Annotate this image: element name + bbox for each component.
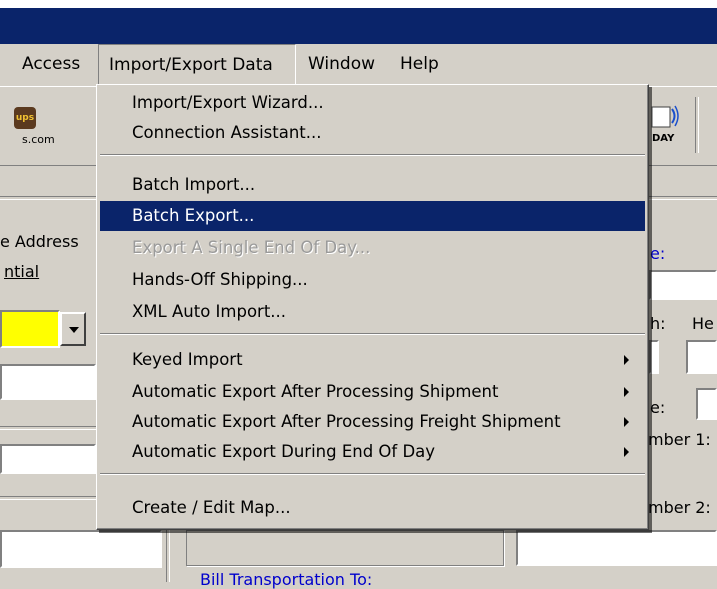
number2-label: mber 2:	[648, 498, 711, 517]
menu-help[interactable]: Help	[400, 44, 439, 84]
end-of-day-icon[interactable]	[650, 101, 680, 131]
number1-label: mber 1:	[648, 430, 711, 449]
dropdown-button[interactable]	[60, 312, 86, 346]
top-border	[0, 0, 717, 8]
menu-separator	[100, 154, 645, 156]
ups-logo-icon[interactable]: ups	[14, 107, 36, 129]
right-text-field-2[interactable]	[649, 340, 659, 374]
menu-item-connection-assistant[interactable]: Connection Assistant...	[100, 118, 645, 148]
left-text-field-2[interactable]	[0, 444, 96, 474]
group-box-left	[186, 530, 504, 566]
right-label-e2: e:	[650, 398, 666, 417]
left-text-field-3[interactable]	[0, 530, 162, 568]
right-text-field-4[interactable]	[696, 388, 717, 420]
submenu-arrow-icon	[624, 355, 629, 365]
right-text-field-3[interactable]	[686, 340, 717, 374]
import-export-dropdown-menu: Import/Export Wizard... Connection Assis…	[96, 84, 649, 530]
right-text-field-1[interactable]	[649, 270, 717, 300]
toolbar-separator	[695, 97, 699, 153]
divider	[649, 196, 717, 200]
submenu-arrow-icon	[624, 417, 629, 427]
menu-item-hands-off-shipping[interactable]: Hands-Off Shipping...	[100, 265, 645, 295]
menu-item-create-edit-map[interactable]: Create / Edit Map...	[100, 493, 645, 523]
menu-item-batch-import[interactable]: Batch Import...	[100, 170, 645, 200]
menu-item-import-export-wizard[interactable]: Import/Export Wizard...	[100, 88, 645, 118]
left-text-field-1[interactable]	[0, 364, 96, 400]
chevron-down-icon	[69, 327, 79, 333]
end-of-day-caption: DAY	[652, 133, 675, 144]
menu-access[interactable]: Access	[22, 44, 80, 84]
divider	[0, 496, 96, 500]
menu-item-auto-export-after-freight[interactable]: Automatic Export After Processing Freigh…	[100, 407, 645, 437]
right-label-he: He	[692, 314, 714, 333]
right-label-e: e:	[650, 244, 666, 263]
submenu-arrow-icon	[624, 387, 629, 397]
yellow-select-field[interactable]	[0, 310, 60, 348]
menu-import-export-data[interactable]: Import/Export Data	[98, 44, 296, 84]
menu-item-export-single-end-of-day: Export A Single End Of Day...	[132, 238, 371, 257]
panel-divider	[166, 530, 170, 582]
residential-label: ntial	[4, 262, 40, 281]
bill-transportation-label: Bill Transportation To:	[200, 570, 373, 589]
menu-item-auto-export-after-shipment[interactable]: Automatic Export After Processing Shipme…	[100, 377, 645, 407]
divider	[0, 426, 96, 430]
right-label-h: h:	[650, 314, 666, 333]
address-label: e Address	[0, 232, 79, 251]
menu-separator	[100, 333, 645, 335]
menu-separator	[100, 473, 645, 475]
bottom-text-field[interactable]	[516, 530, 717, 566]
menu-item-auto-export-end-of-day[interactable]: Automatic Export During End Of Day	[100, 437, 645, 467]
menu-item-keyed-import[interactable]: Keyed Import	[100, 345, 645, 375]
submenu-arrow-icon	[624, 447, 629, 457]
menu-item-batch-export[interactable]: Batch Export...	[100, 201, 645, 231]
menu-bar: Access Import/Export Data Window Help	[0, 44, 717, 84]
divider	[0, 196, 96, 200]
menu-window[interactable]: Window	[308, 44, 375, 84]
menu-item-xml-auto-import[interactable]: XML Auto Import...	[100, 297, 645, 327]
ups-caption: s.com	[22, 133, 55, 146]
